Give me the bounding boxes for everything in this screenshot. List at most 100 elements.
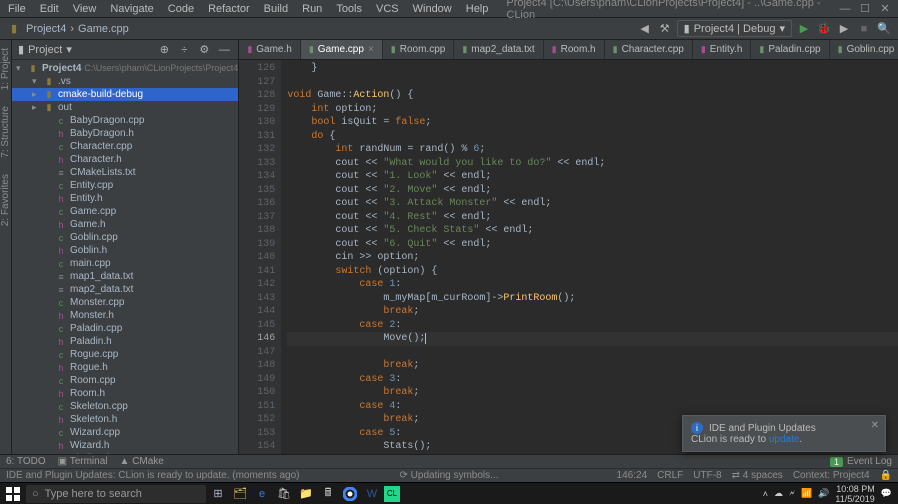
chrome-icon[interactable] <box>340 484 360 504</box>
menu-window[interactable]: Window <box>407 2 458 16</box>
tree-item-room-h[interactable]: hRoom.h <box>12 387 238 400</box>
tab-room-h[interactable]: ▮Room.h <box>544 40 605 59</box>
explorer-icon[interactable]: 🗂 <box>230 484 250 504</box>
indent[interactable]: ⇄ 4 spaces <box>732 470 783 481</box>
tab-paladin-cpp[interactable]: ▮Paladin.cpp <box>751 40 829 59</box>
taskbar-search[interactable]: ○ Type here to search <box>26 485 206 503</box>
tree-item-wizard-h[interactable]: hWizard.h <box>12 439 238 452</box>
tree-item-game-h[interactable]: hGame.h <box>12 218 238 231</box>
tree-item-goblin-cpp[interactable]: cGoblin.cpp <box>12 231 238 244</box>
hammer-icon[interactable]: ⚒ <box>657 21 673 37</box>
tray-volume-icon[interactable]: 🔊 <box>818 488 829 499</box>
close-button[interactable]: ✕ <box>878 2 892 16</box>
tree-item-out[interactable]: ▸▮out <box>12 101 238 114</box>
tree-item-main-cpp[interactable]: cmain.cpp <box>12 257 238 270</box>
update-link[interactable]: update <box>769 434 800 445</box>
menu-vcs[interactable]: VCS <box>370 2 405 16</box>
tree-root[interactable]: ▾▮Project4 C:\Users\pham\CLionProjects\P… <box>12 62 238 75</box>
tree-item-babydragon-cpp[interactable]: cBabyDragon.cpp <box>12 114 238 127</box>
tab-game-cpp[interactable]: ▮Game.cpp× <box>301 40 383 59</box>
todo-tool[interactable]: 6: TODO <box>6 456 46 467</box>
tool-project[interactable]: 1: Project <box>0 44 11 94</box>
external-libraries[interactable]: ▸▮External Libraries <box>12 452 238 454</box>
tree-item-rogue-h[interactable]: hRogue.h <box>12 361 238 374</box>
debug-button[interactable]: 🐞 <box>816 21 832 37</box>
start-button[interactable] <box>2 484 24 504</box>
tree-item-monster-h[interactable]: hMonster.h <box>12 309 238 322</box>
tree-item-skeleton-cpp[interactable]: cSkeleton.cpp <box>12 400 238 413</box>
menu-refactor[interactable]: Refactor <box>202 2 256 16</box>
select-opened-icon[interactable]: ⊕ <box>156 42 172 58</box>
tree-item-babydragon-h[interactable]: hBabyDragon.h <box>12 127 238 140</box>
tree-item-rogue-cpp[interactable]: cRogue.cpp <box>12 348 238 361</box>
hide-icon[interactable]: — <box>216 42 232 58</box>
tree-item-cmakelists-txt[interactable]: ≡CMakeLists.txt <box>12 166 238 179</box>
tree-item-character-cpp[interactable]: cCharacter.cpp <box>12 140 238 153</box>
event-log-tool[interactable]: Event Log <box>847 456 892 467</box>
menu-run[interactable]: Run <box>296 2 328 16</box>
tray-cloud-icon[interactable]: ☁ <box>774 488 783 499</box>
tree-item-room-cpp[interactable]: cRoom.cpp <box>12 374 238 387</box>
tab-map2_data-txt[interactable]: ▮map2_data.txt <box>454 40 543 59</box>
back-button[interactable]: ◀ <box>637 21 653 37</box>
taskbar-clock[interactable]: 10:08 PM 11/5/2019 <box>835 484 874 504</box>
breadcrumb-file[interactable]: Game.cpp <box>78 23 129 35</box>
encoding[interactable]: UTF-8 <box>693 470 721 481</box>
maximize-button[interactable]: ☐ <box>858 2 872 16</box>
menu-help[interactable]: Help <box>460 2 495 16</box>
terminal-tool[interactable]: ▣ Terminal <box>58 456 108 467</box>
minimize-button[interactable]: — <box>838 2 852 16</box>
tree-item-entity-cpp[interactable]: cEntity.cpp <box>12 179 238 192</box>
tab-room-cpp[interactable]: ▮Room.cpp <box>383 40 455 59</box>
tree-item-character-h[interactable]: hCharacter.h <box>12 153 238 166</box>
run-button[interactable]: ▶ <box>796 21 812 37</box>
menu-edit[interactable]: Edit <box>34 2 65 16</box>
tree-item-skeleton-h[interactable]: hSkeleton.h <box>12 413 238 426</box>
tree-item-cmake-build-debug[interactable]: ▸▮cmake-build-debug <box>12 88 238 101</box>
tab-goblin-cpp[interactable]: ▮Goblin.cpp <box>830 40 898 59</box>
tree-item-map2_data-txt[interactable]: ≡map2_data.txt <box>12 283 238 296</box>
menu-code[interactable]: Code <box>162 2 200 16</box>
tree-item-entity-h[interactable]: hEntity.h <box>12 192 238 205</box>
explorer2-icon[interactable]: 📁 <box>296 484 316 504</box>
menu-file[interactable]: File <box>2 2 32 16</box>
tree-item-wizard-cpp[interactable]: cWizard.cpp <box>12 426 238 439</box>
project-panel-title[interactable]: ▮ Project ▾ <box>18 43 156 56</box>
menu-tools[interactable]: Tools <box>330 2 368 16</box>
tool-structure[interactable]: 7: Structure <box>0 102 11 162</box>
run-config-select[interactable]: ▮ Project4 | Debug ▾ <box>677 20 792 37</box>
calc-icon[interactable]: 🖩 <box>318 484 338 504</box>
tab-character-cpp[interactable]: ▮Character.cpp <box>605 40 693 59</box>
collapse-icon[interactable]: ÷ <box>176 42 192 58</box>
code-editor[interactable]: } void Game::Action() { int option; bool… <box>281 60 898 454</box>
cmake-tool[interactable]: ▲ CMake <box>120 456 164 467</box>
tree-item-paladin-cpp[interactable]: cPaladin.cpp <box>12 322 238 335</box>
eol[interactable]: CRLF <box>657 470 683 481</box>
menu-navigate[interactable]: Navigate <box>104 2 159 16</box>
tree-item-map1_data-txt[interactable]: ≡map1_data.txt <box>12 270 238 283</box>
tree-item-paladin-h[interactable]: hPaladin.h <box>12 335 238 348</box>
tool-favorites[interactable]: 2: Favorites <box>0 170 11 230</box>
clion-icon[interactable]: CL <box>384 486 400 502</box>
tray-wifi-icon[interactable]: 📶 <box>801 488 812 499</box>
breadcrumb-root[interactable]: Project4 <box>26 23 66 35</box>
menu-build[interactable]: Build <box>258 2 294 16</box>
lock-icon[interactable]: 🔒 <box>880 470 892 481</box>
tree-item-goblin-h[interactable]: hGoblin.h <box>12 244 238 257</box>
context[interactable]: Context: Project4 <box>793 470 870 481</box>
project-tree[interactable]: ▾▮Project4 C:\Users\pham\CLionProjects\P… <box>12 60 238 454</box>
search-icon[interactable]: 🔍 <box>876 21 892 37</box>
notification-close-icon[interactable]: ✕ <box>871 420 879 431</box>
edge-icon[interactable]: e <box>252 484 272 504</box>
word-icon[interactable]: W <box>362 484 382 504</box>
tray-battery-icon[interactable]: 🗲 <box>789 488 795 499</box>
tree-item--vs[interactable]: ▾▮.vs <box>12 75 238 88</box>
tab-entity-h[interactable]: ▮Entity.h <box>693 40 752 59</box>
tray-up-icon[interactable]: ˄ <box>763 489 768 499</box>
close-icon[interactable]: × <box>368 44 374 55</box>
store-icon[interactable]: 🛍 <box>274 484 294 504</box>
menu-view[interactable]: View <box>67 2 103 16</box>
stop-button[interactable]: ■ <box>856 21 872 37</box>
notification-center-icon[interactable]: 💬 <box>881 488 892 499</box>
tree-item-monster-cpp[interactable]: cMonster.cpp <box>12 296 238 309</box>
